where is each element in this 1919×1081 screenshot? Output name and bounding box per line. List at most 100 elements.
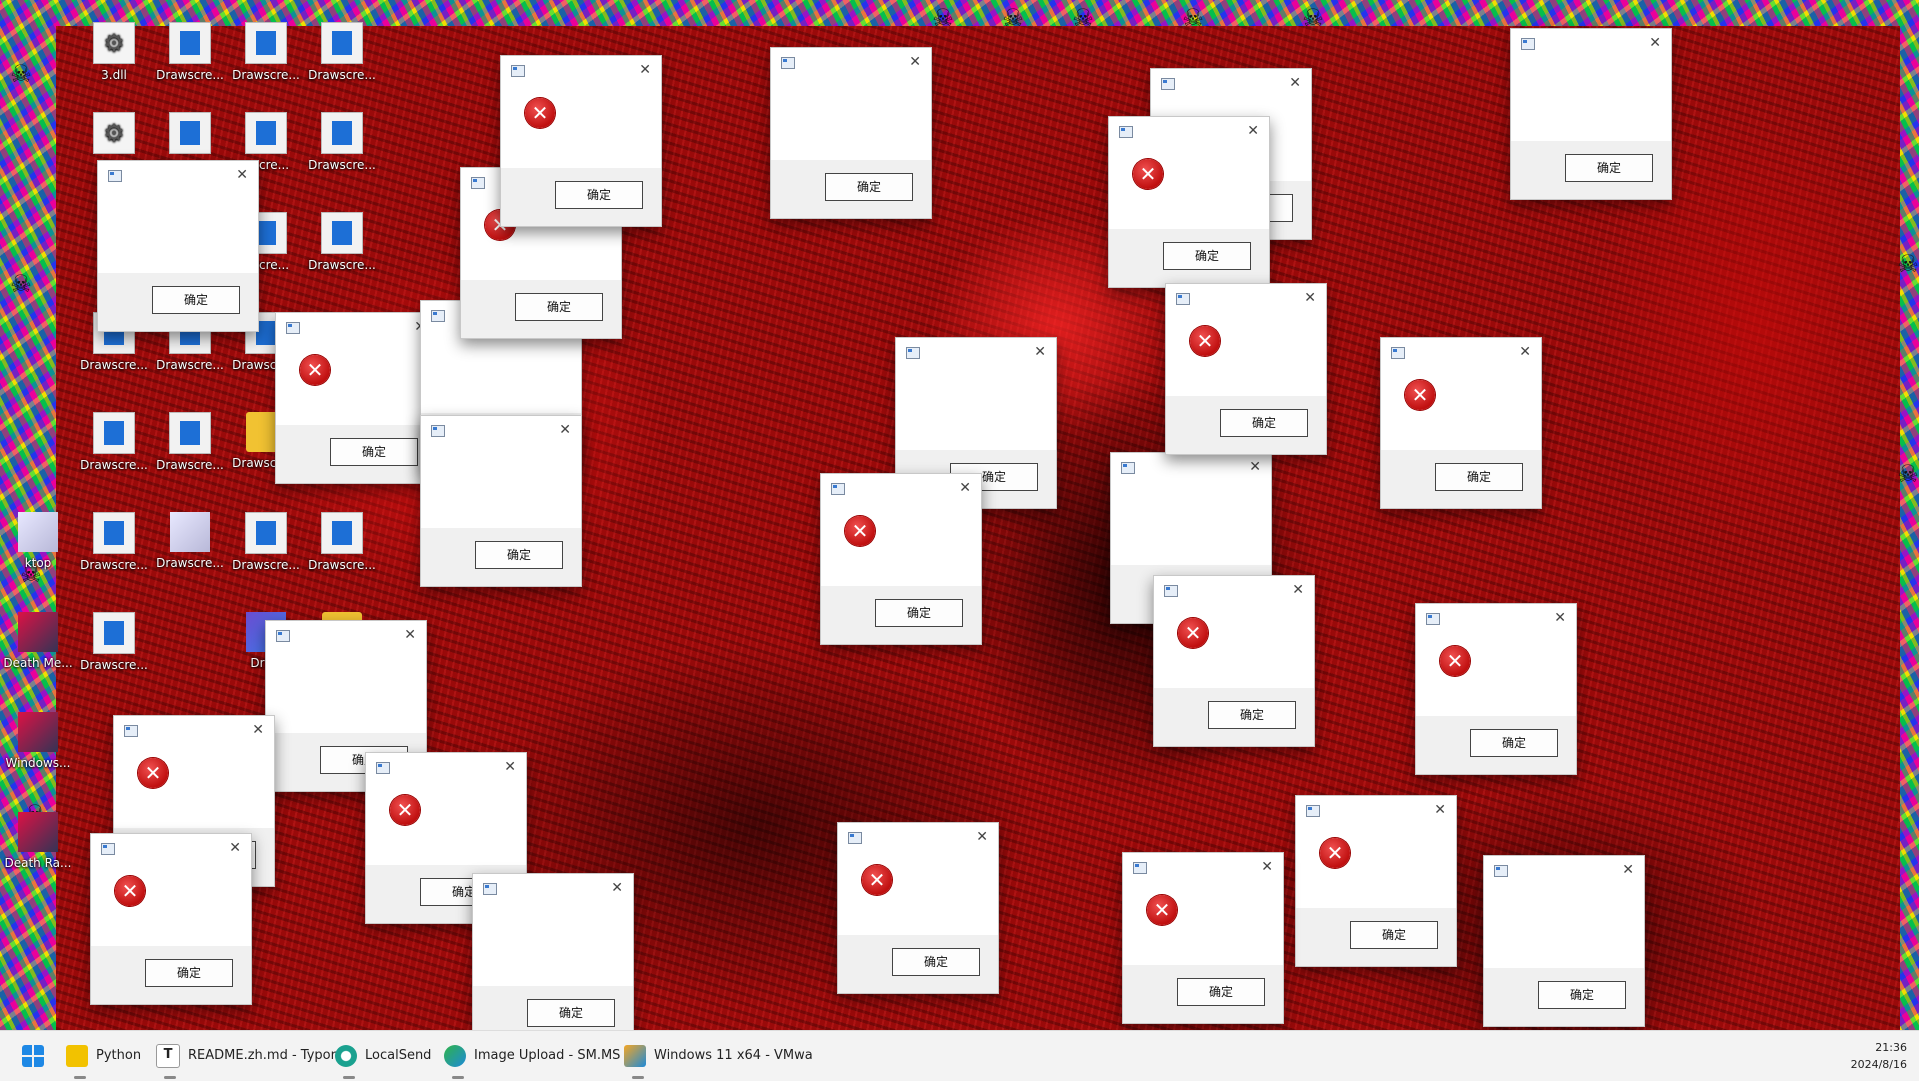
dialog-titlebar[interactable]: ✕ — [98, 161, 258, 191]
error-dialog[interactable]: ✕ ✕ 确定 — [1380, 337, 1542, 509]
desktop-icon[interactable]: Drawscre... — [76, 612, 152, 672]
dialog-titlebar[interactable]: ✕ — [896, 338, 1056, 368]
ok-button[interactable]: 确定 — [1350, 921, 1438, 949]
desktop-icon[interactable]: Drawscre... — [304, 112, 380, 172]
dialog-titlebar[interactable]: ✕ — [501, 56, 661, 86]
ok-button[interactable]: 确定 — [1435, 463, 1523, 491]
error-dialog[interactable]: ✕ 确定 — [472, 873, 634, 1045]
desktop-icon[interactable]: Drawscre... — [304, 22, 380, 82]
taskbar-item-edge[interactable]: Image Upload - SM.MS — [444, 1043, 620, 1079]
close-icon[interactable]: ✕ — [611, 880, 623, 896]
error-dialog[interactable]: ✕ 确定 — [1483, 855, 1645, 1027]
dialog-titlebar[interactable]: ✕ — [266, 621, 426, 651]
ok-button[interactable]: 确定 — [892, 948, 980, 976]
close-icon[interactable]: ✕ — [1034, 344, 1046, 360]
desktop-icon[interactable]: Drawscre... — [152, 412, 228, 472]
taskbar-item-localsend[interactable]: LocalSend — [335, 1043, 431, 1079]
close-icon[interactable]: ✕ — [639, 62, 651, 78]
desktop-icon[interactable]: Drawscre... — [76, 412, 152, 472]
start-button[interactable] — [22, 1043, 52, 1069]
close-icon[interactable]: ✕ — [1247, 123, 1259, 139]
desktop-icon[interactable]: Drawscre... — [76, 512, 152, 572]
close-icon[interactable]: ✕ — [1261, 859, 1273, 875]
ok-button[interactable]: 确定 — [1163, 242, 1251, 270]
close-icon[interactable]: ✕ — [1304, 290, 1316, 306]
ok-button[interactable]: 确定 — [330, 438, 418, 466]
dialog-titlebar[interactable]: ✕ — [114, 716, 274, 746]
close-icon[interactable]: ✕ — [559, 422, 571, 438]
desktop-icon[interactable]: Drawscre... — [152, 512, 228, 570]
error-dialog[interactable]: ✕ 确定 — [770, 47, 932, 219]
close-icon[interactable]: ✕ — [236, 167, 248, 183]
dialog-titlebar[interactable]: ✕ — [771, 48, 931, 78]
close-icon[interactable]: ✕ — [976, 829, 988, 845]
error-dialog[interactable]: ✕ ✕ 确定 — [1108, 116, 1270, 288]
close-icon[interactable]: ✕ — [1249, 459, 1261, 475]
dialog-titlebar[interactable]: ✕ — [1123, 853, 1283, 883]
desktop-icon[interactable]: Drawscre... — [228, 512, 304, 572]
error-dialog[interactable]: ✕ 确定 — [420, 415, 582, 587]
ok-button[interactable]: 确定 — [527, 999, 615, 1027]
dialog-titlebar[interactable]: ✕ — [1381, 338, 1541, 368]
dialog-titlebar[interactable]: ✕ — [276, 313, 436, 343]
taskbar-item-typora[interactable]: T README.zh.md - Typora — [156, 1043, 344, 1079]
dialog-titlebar[interactable]: ✕ — [91, 834, 251, 864]
close-icon[interactable]: ✕ — [404, 627, 416, 643]
error-dialog[interactable]: ✕ ✕ 确定 — [275, 312, 437, 484]
desktop-icon[interactable] — [76, 112, 152, 158]
dialog-titlebar[interactable]: ✕ — [1151, 69, 1311, 99]
dialog-titlebar[interactable]: ✕ — [1111, 453, 1271, 483]
error-dialog[interactable]: ✕ ✕ 确定 — [837, 822, 999, 994]
dialog-titlebar[interactable]: ✕ — [1416, 604, 1576, 634]
close-icon[interactable]: ✕ — [1434, 802, 1446, 818]
ok-button[interactable]: 确定 — [1220, 409, 1308, 437]
error-dialog[interactable]: ✕ ✕ 确定 — [1415, 603, 1577, 775]
taskbar-item-vmware[interactable]: Windows 11 x64 - VMwa — [624, 1043, 813, 1079]
error-dialog[interactable]: ✕ ✕ 确定 — [1295, 795, 1457, 967]
desktop-icon[interactable]: Death Me... — [0, 612, 76, 670]
error-dialog[interactable]: ✕ ✕ 确定 — [820, 473, 982, 645]
close-icon[interactable]: ✕ — [1649, 35, 1661, 51]
close-icon[interactable]: ✕ — [1519, 344, 1531, 360]
taskbar-item-python[interactable]: Python — [66, 1043, 141, 1079]
dialog-titlebar[interactable]: ✕ — [421, 416, 581, 446]
ok-button[interactable]: 确定 — [1470, 729, 1558, 757]
ok-button[interactable]: 确定 — [152, 286, 240, 314]
close-icon[interactable]: ✕ — [1554, 610, 1566, 626]
desktop-icon[interactable]: ktop — [0, 512, 76, 570]
ok-button[interactable]: 确定 — [475, 541, 563, 569]
desktop-icon[interactable]: 3.dll — [76, 22, 152, 82]
dialog-titlebar[interactable]: ✕ — [366, 753, 526, 783]
close-icon[interactable]: ✕ — [959, 480, 971, 496]
close-icon[interactable]: ✕ — [504, 759, 516, 775]
close-icon[interactable]: ✕ — [1289, 75, 1301, 91]
ok-button[interactable]: 确定 — [1538, 981, 1626, 1009]
ok-button[interactable]: 确定 — [1565, 154, 1653, 182]
system-clock[interactable]: 21:36 2024/8/16 — [1851, 1039, 1907, 1073]
close-icon[interactable]: ✕ — [909, 54, 921, 70]
dialog-titlebar[interactable]: ✕ — [1166, 284, 1326, 314]
ok-button[interactable]: 确定 — [1208, 701, 1296, 729]
error-dialog[interactable]: ✕ ✕ 确定 — [1122, 852, 1284, 1024]
ok-button[interactable]: 确定 — [555, 181, 643, 209]
desktop-icon[interactable]: Drawscre... — [152, 22, 228, 82]
dialog-titlebar[interactable]: ✕ — [821, 474, 981, 504]
ok-button[interactable]: 确定 — [515, 293, 603, 321]
dialog-titlebar[interactable]: ✕ — [1296, 796, 1456, 826]
ok-button[interactable]: 确定 — [825, 173, 913, 201]
desktop-icon[interactable]: Drawscre... — [304, 512, 380, 572]
close-icon[interactable]: ✕ — [1622, 862, 1634, 878]
ok-button[interactable]: 确定 — [875, 599, 963, 627]
desktop-icon[interactable]: Windows... — [0, 712, 76, 770]
ok-button[interactable]: 确定 — [1177, 978, 1265, 1006]
desktop-icon[interactable]: Death Ra... — [0, 812, 76, 870]
dialog-titlebar[interactable]: ✕ — [1154, 576, 1314, 606]
desktop-icon[interactable]: Drawscre... — [304, 212, 380, 272]
error-dialog[interactable]: ✕ 确定 — [97, 160, 259, 332]
ok-button[interactable]: 确定 — [145, 959, 233, 987]
dialog-titlebar[interactable]: ✕ — [1484, 856, 1644, 886]
error-dialog[interactable]: ✕ ✕ 确定 — [90, 833, 252, 1005]
desktop-icon[interactable]: Drawscre... — [228, 22, 304, 82]
close-icon[interactable]: ✕ — [229, 840, 241, 856]
dialog-titlebar[interactable]: ✕ — [473, 874, 633, 904]
